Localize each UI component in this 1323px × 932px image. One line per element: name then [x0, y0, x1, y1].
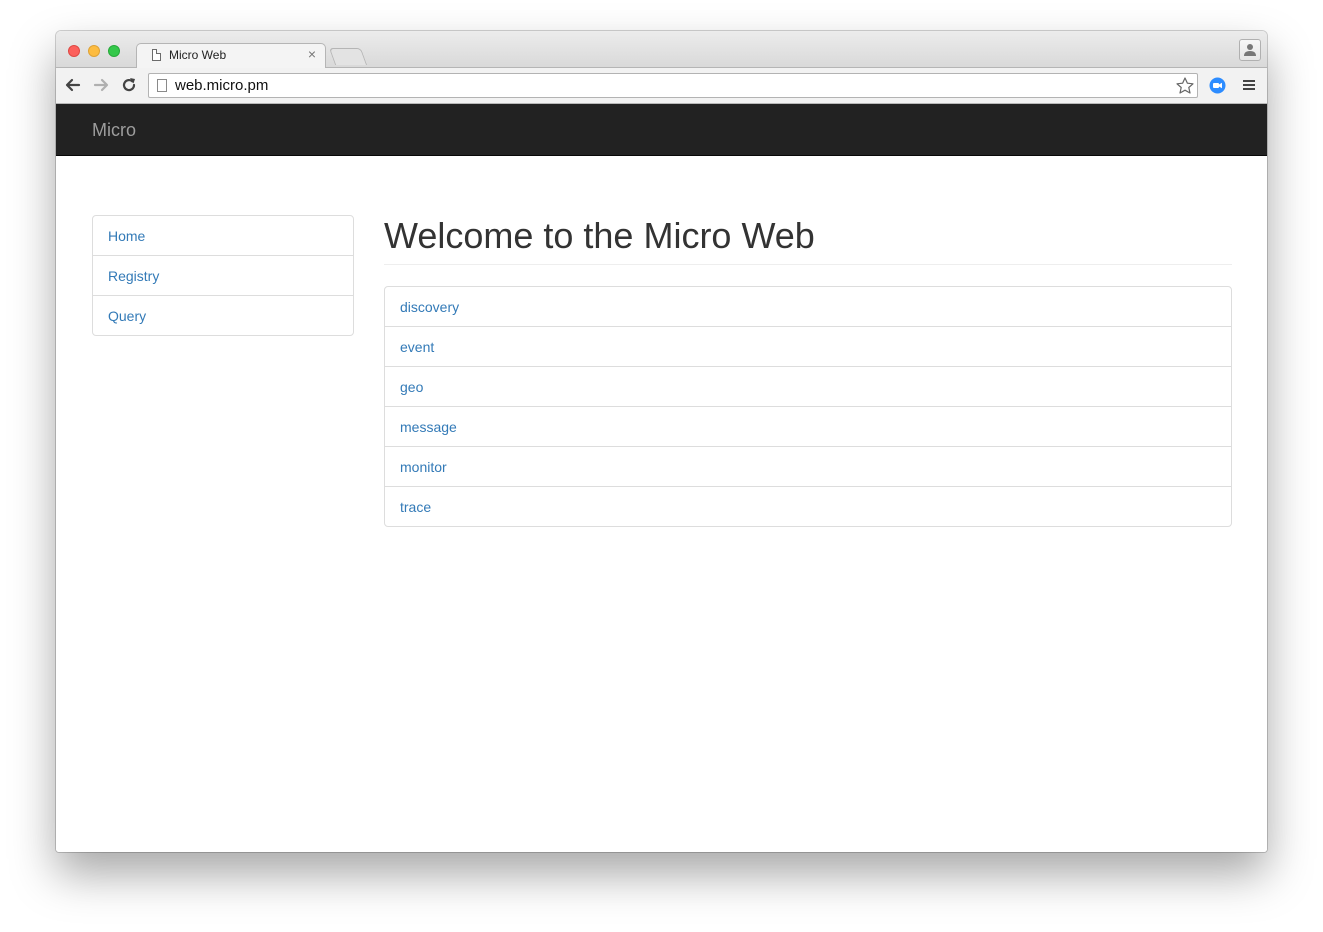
tab-title: Micro Web — [169, 48, 227, 62]
forward-arrow-icon[interactable] — [92, 76, 110, 94]
page-icon — [157, 79, 167, 92]
sidebar-item-query[interactable]: Query — [92, 295, 354, 336]
page-icon — [152, 49, 161, 61]
service-item-geo[interactable]: geo — [384, 366, 1232, 407]
sidebar-item-home[interactable]: Home — [92, 215, 354, 256]
address-bar[interactable] — [148, 73, 1198, 98]
web-page: Micro Home Registry Query Welcome to the… — [56, 104, 1267, 852]
main-content: Welcome to the Micro Web discovery event… — [384, 207, 1232, 527]
sidebar-nav: Home Registry Query — [92, 215, 354, 336]
url-input[interactable] — [175, 76, 1155, 95]
star-icon[interactable] — [1175, 76, 1195, 96]
page-title: Welcome to the Micro Web — [384, 207, 1232, 265]
reload-icon[interactable] — [120, 76, 138, 94]
hamburger-menu-icon[interactable] — [1242, 78, 1256, 92]
service-item-message[interactable]: message — [384, 406, 1232, 447]
close-window-button[interactable] — [68, 45, 80, 57]
back-arrow-icon[interactable] — [64, 76, 82, 94]
tab-close-icon[interactable]: × — [308, 46, 316, 62]
new-tab-button[interactable] — [328, 48, 368, 65]
browser-tab-content: Micro Web × — [142, 44, 326, 69]
browser-toolbar — [56, 68, 1267, 104]
sidebar: Home Registry Query — [92, 215, 354, 336]
sidebar-item-registry[interactable]: Registry — [92, 255, 354, 296]
service-item-event[interactable]: event — [384, 326, 1232, 367]
zoom-window-button[interactable] — [108, 45, 120, 57]
service-item-monitor[interactable]: monitor — [384, 446, 1232, 487]
navbar-brand[interactable]: Micro — [92, 120, 136, 141]
service-item-trace[interactable]: trace — [384, 486, 1232, 527]
service-list: discovery event geo message monitor trac… — [384, 286, 1232, 527]
top-navbar: Micro — [56, 104, 1267, 156]
person-icon — [1244, 44, 1256, 56]
browser-window: Micro Web × web.micro.pm Micro Home Regi… — [56, 31, 1267, 852]
tab-strip: Micro Web × — [56, 31, 1267, 69]
video-camera-icon[interactable] — [1209, 77, 1226, 94]
service-item-discovery[interactable]: discovery — [384, 286, 1232, 327]
minimize-window-button[interactable] — [88, 45, 100, 57]
profile-button[interactable] — [1239, 39, 1261, 61]
